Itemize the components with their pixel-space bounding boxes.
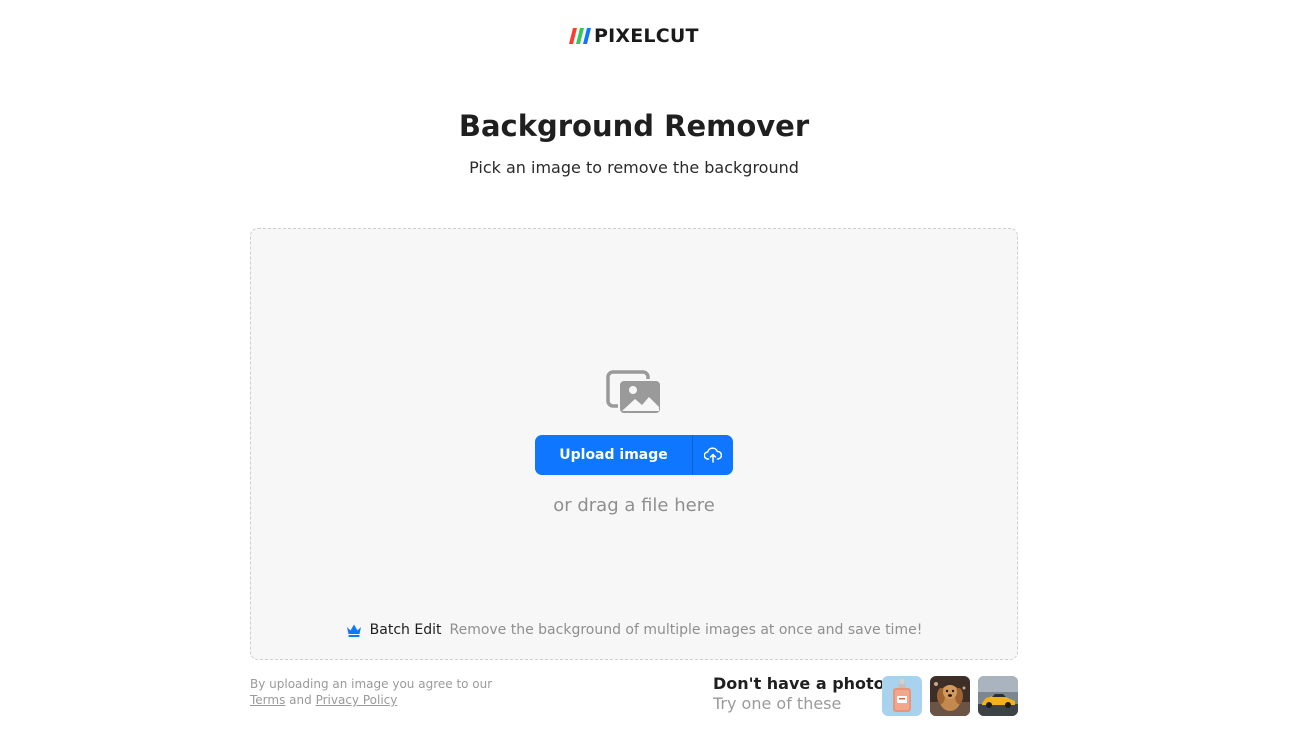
batch-edit-promo: Batch Edit Remove the background of mult… — [251, 621, 1017, 639]
terms-link[interactable]: Terms — [250, 693, 285, 707]
sample-thumbnails — [882, 676, 1018, 716]
upload-source-button[interactable] — [693, 435, 733, 475]
batch-edit-description: Remove the background of multiple images… — [449, 622, 923, 638]
perfume-bottle-sample[interactable] — [882, 676, 922, 716]
pixelcut-logo[interactable]: PIXELCUT — [569, 26, 699, 46]
legal-and: and — [289, 693, 312, 707]
upload-image-button[interactable]: Upload image — [535, 435, 692, 475]
pixelcut-logo-mark-icon — [569, 28, 591, 44]
batch-edit-link[interactable]: Batch Edit — [370, 621, 442, 639]
sample-subtitle: Try one of these — [713, 694, 842, 713]
sample-images-prompt: Don't have a photo? Try one of these — [713, 674, 894, 714]
car-sample[interactable] — [978, 676, 1018, 716]
brand-name: PIXELCUT — [594, 25, 699, 47]
cloud-upload-icon — [704, 447, 722, 463]
legal-notice: By uploading an image you agree to our T… — [250, 676, 492, 708]
crown-icon — [346, 624, 361, 637]
drag-hint: or drag a file here — [553, 495, 715, 516]
page-title: Background Remover — [458, 109, 810, 143]
dog-sample[interactable] — [930, 676, 970, 716]
upload-button-group: Upload image — [535, 435, 733, 475]
sample-title: Don't have a photo? — [713, 674, 894, 693]
upload-dropzone[interactable]: Upload image or drag a file here Batch E… — [250, 228, 1018, 660]
legal-prefix: By uploading an image you agree to our — [250, 677, 493, 691]
page-subtitle: Pick an image to remove the background — [469, 158, 799, 177]
privacy-policy-link[interactable]: Privacy Policy — [316, 693, 398, 707]
photos-icon — [606, 370, 662, 415]
